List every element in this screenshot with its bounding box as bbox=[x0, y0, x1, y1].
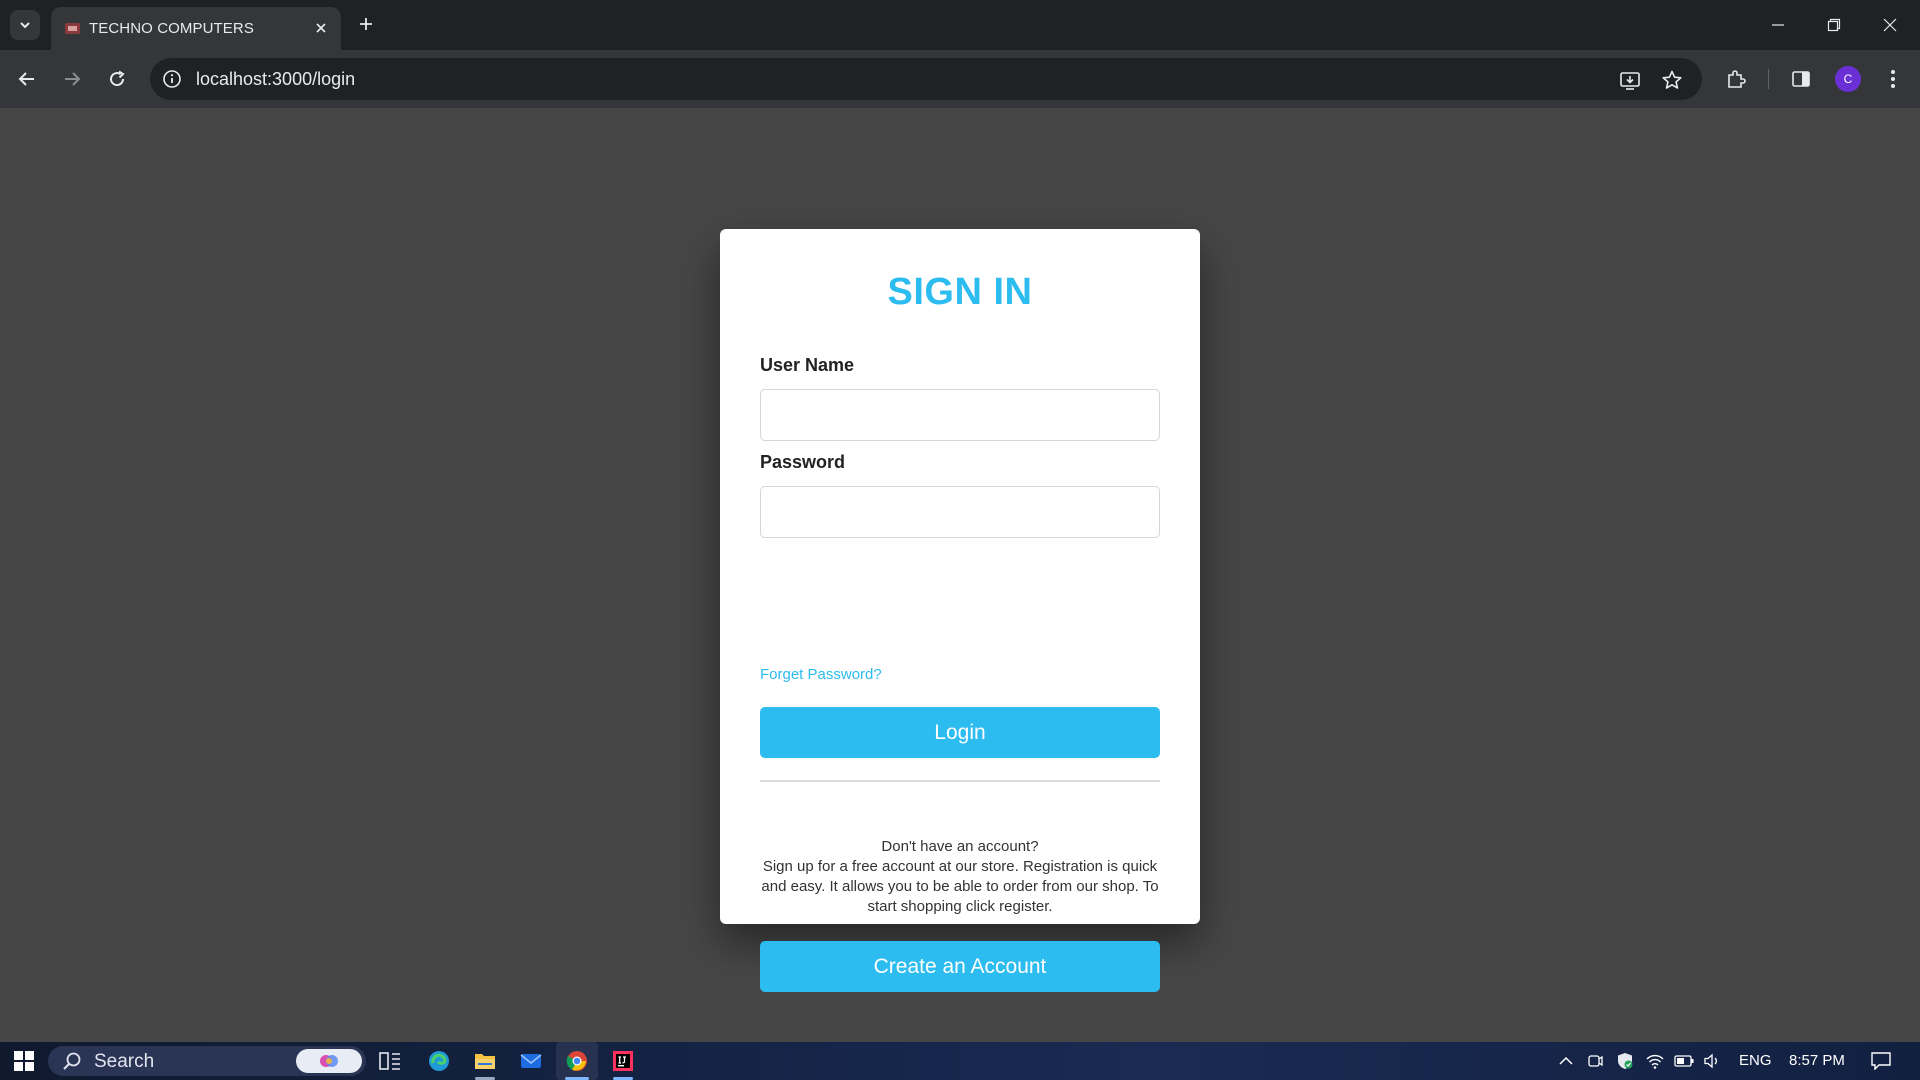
battery-icon bbox=[1674, 1055, 1694, 1067]
signup-description: Sign up for a free account at our store.… bbox=[761, 858, 1159, 915]
task-view-button[interactable] bbox=[371, 1042, 409, 1080]
back-button[interactable] bbox=[11, 63, 43, 95]
username-input[interactable] bbox=[760, 389, 1160, 441]
password-label: Password bbox=[760, 452, 846, 472]
start-button[interactable] bbox=[6, 1042, 42, 1080]
task-view-icon bbox=[379, 1052, 400, 1070]
taskbar-search-label: Search bbox=[94, 1051, 155, 1072]
star-icon bbox=[1662, 70, 1682, 89]
tray-device-icon[interactable] bbox=[1584, 1042, 1606, 1080]
page-viewport: SIGN IN User Name Password Forget Passwo… bbox=[0, 108, 1920, 1042]
tray-battery-icon[interactable] bbox=[1672, 1042, 1696, 1080]
browser-toolbar: localhost:3000/login bbox=[0, 50, 1920, 108]
shield-icon bbox=[1618, 1053, 1633, 1069]
wifi-icon bbox=[1646, 1054, 1664, 1069]
close-icon bbox=[1883, 18, 1897, 32]
install-app-button[interactable] bbox=[1616, 66, 1644, 94]
signup-info: Don't have an account? Sign up for a fre… bbox=[760, 837, 1160, 917]
puzzle-icon bbox=[1728, 70, 1746, 88]
install-icon bbox=[1620, 72, 1640, 90]
taskbar-file-explorer[interactable] bbox=[466, 1042, 504, 1080]
address-bar[interactable]: localhost:3000/login bbox=[150, 58, 1702, 100]
toolbar-divider bbox=[1768, 69, 1769, 89]
restore-button[interactable] bbox=[1806, 0, 1862, 50]
more-vertical-icon bbox=[1891, 70, 1895, 88]
bookmark-button[interactable] bbox=[1658, 66, 1686, 94]
notification-center-button[interactable] bbox=[1864, 1042, 1898, 1080]
info-icon bbox=[163, 70, 181, 88]
taskbar-mail[interactable] bbox=[512, 1042, 550, 1080]
site-favicon-icon bbox=[65, 23, 80, 34]
url-text[interactable]: localhost:3000/login bbox=[196, 69, 355, 90]
forward-button[interactable] bbox=[56, 63, 88, 95]
divider bbox=[760, 780, 1160, 782]
volume-icon bbox=[1704, 1053, 1717, 1069]
show-hidden-icons-button[interactable] bbox=[1554, 1042, 1578, 1080]
reload-button[interactable] bbox=[101, 63, 133, 95]
arrow-right-icon bbox=[65, 72, 81, 86]
chevron-up-icon bbox=[1559, 1056, 1573, 1065]
create-account-button[interactable]: Create an Account bbox=[760, 941, 1160, 992]
tab-search-button[interactable] bbox=[10, 10, 40, 40]
tab-close-button[interactable] bbox=[311, 18, 331, 38]
signup-heading: Don't have an account? bbox=[881, 838, 1039, 855]
copilot-button[interactable] bbox=[296, 1049, 362, 1073]
taskbar-intellij[interactable] bbox=[604, 1042, 642, 1080]
page-title: SIGN IN bbox=[887, 271, 1033, 313]
tray-volume-icon[interactable] bbox=[1700, 1042, 1724, 1080]
site-info-button[interactable] bbox=[160, 67, 184, 91]
browser-tab-bar: TECHNO COMPUTERS bbox=[0, 0, 1920, 50]
taskbar-chrome[interactable] bbox=[556, 1042, 598, 1080]
arrow-left-icon bbox=[18, 72, 34, 86]
password-input[interactable] bbox=[760, 486, 1160, 538]
side-panel-button[interactable] bbox=[1785, 63, 1817, 95]
tray-wifi-icon[interactable] bbox=[1644, 1042, 1666, 1080]
folder-icon bbox=[475, 1054, 495, 1069]
login-button[interactable]: Login bbox=[760, 707, 1160, 758]
extensions-button[interactable] bbox=[1720, 63, 1752, 95]
minimize-button[interactable] bbox=[1750, 0, 1806, 50]
browser-menu-button[interactable] bbox=[1877, 63, 1909, 95]
profile-avatar[interactable]: C bbox=[1835, 66, 1861, 92]
taskbar: Search ENG 8:57 PM bbox=[0, 1042, 1920, 1080]
close-icon bbox=[316, 23, 326, 33]
forgot-password-link[interactable]: Forget Password? bbox=[760, 666, 882, 683]
chrome-icon bbox=[566, 1051, 587, 1071]
new-tab-button[interactable] bbox=[354, 12, 378, 36]
clock[interactable]: 8:57 PM bbox=[1789, 1052, 1845, 1069]
plus-icon bbox=[360, 18, 372, 30]
chevron-down-icon bbox=[20, 22, 30, 29]
intellij-icon bbox=[613, 1051, 633, 1071]
login-card: SIGN IN User Name Password Forget Passwo… bbox=[720, 229, 1200, 992]
meet-now-icon bbox=[1588, 1055, 1603, 1067]
close-window-button[interactable] bbox=[1862, 0, 1918, 50]
mail-icon bbox=[520, 1054, 542, 1068]
notification-icon bbox=[1871, 1052, 1891, 1070]
side-panel-icon bbox=[1792, 71, 1810, 87]
edge-icon bbox=[429, 1051, 449, 1071]
taskbar-edge[interactable] bbox=[420, 1042, 458, 1080]
minimize-icon bbox=[1772, 24, 1784, 26]
tab-title: TECHNO COMPUTERS bbox=[89, 20, 254, 37]
username-label: User Name bbox=[760, 355, 855, 375]
reload-icon bbox=[110, 70, 125, 87]
restore-icon bbox=[1827, 18, 1841, 32]
tray-security-icon[interactable] bbox=[1614, 1042, 1636, 1080]
taskbar-search[interactable]: Search bbox=[48, 1046, 366, 1076]
browser-tab[interactable]: TECHNO COMPUTERS bbox=[51, 7, 341, 50]
windows-logo-icon bbox=[14, 1051, 34, 1071]
copilot-icon bbox=[320, 1055, 338, 1067]
language-indicator[interactable]: ENG bbox=[1739, 1052, 1772, 1069]
search-icon bbox=[63, 1052, 81, 1070]
